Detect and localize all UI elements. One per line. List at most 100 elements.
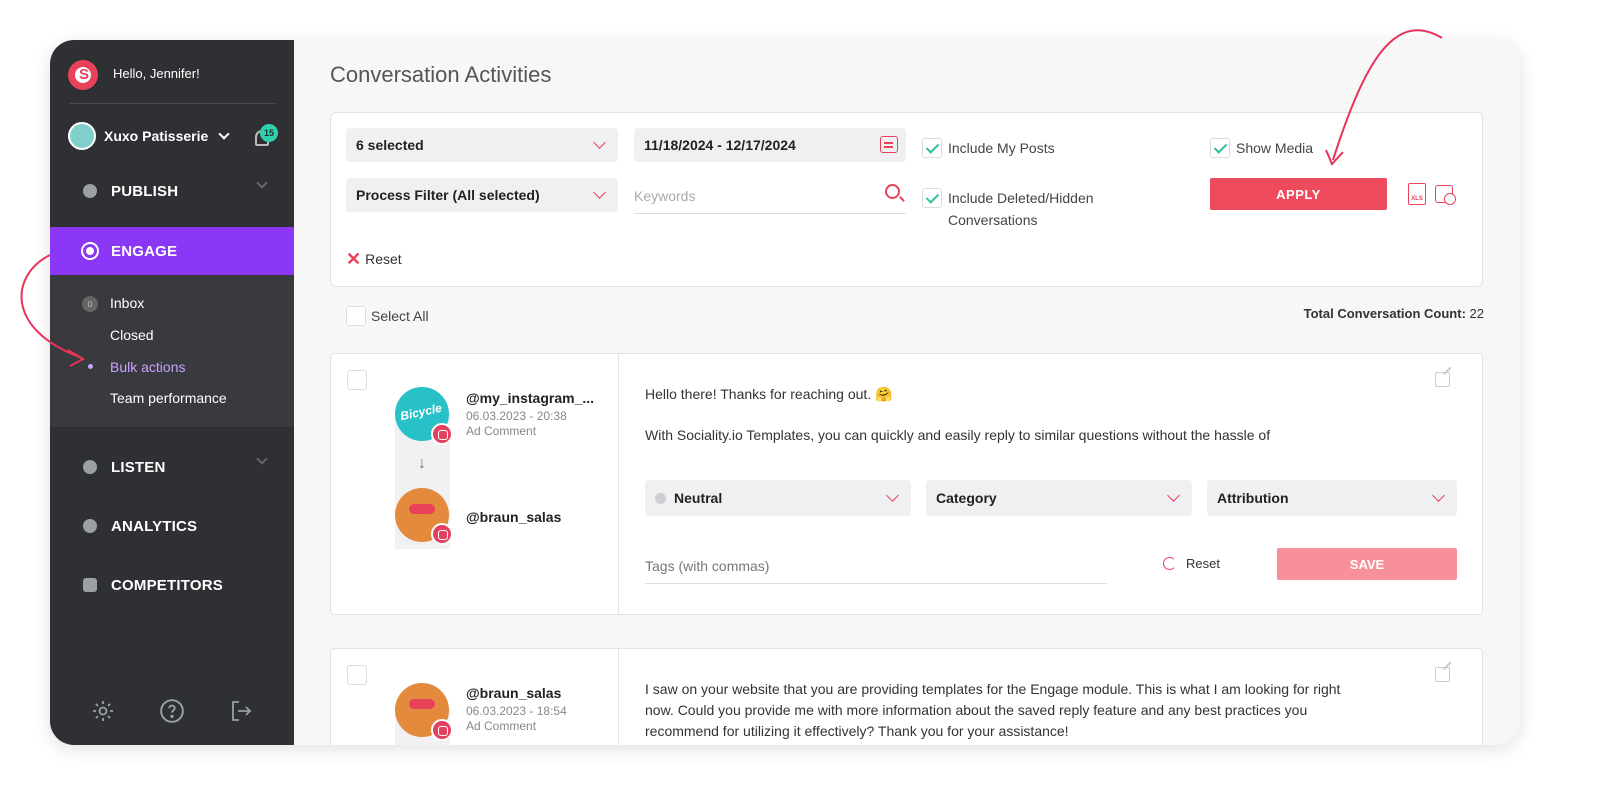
sentiment-select[interactable]: Neutral: [645, 480, 911, 516]
total-count-value: 22: [1469, 306, 1484, 321]
brand-switcher[interactable]: Xuxo Patisserie: [68, 122, 230, 150]
attribution-select[interactable]: Attribution: [1207, 480, 1457, 516]
post-date: 06.03.2023 - 20:38: [466, 409, 567, 423]
app-window: S Hello, Jennifer! Xuxo Patisserie 15 PU…: [50, 40, 1520, 745]
conversation-card: @braun_salas 06.03.2023 - 18:54 Ad Comme…: [330, 648, 1483, 745]
show-media-checkbox[interactable]: [1210, 138, 1230, 158]
nav-engage[interactable]: ENGAGE: [50, 227, 294, 275]
include-deleted-label-2: Conversations: [948, 212, 1038, 228]
total-count-label: Total Conversation Count:: [1303, 306, 1466, 321]
conversation-card: @my_instagram_... 06.03.2023 - 20:38 Ad …: [330, 353, 1483, 615]
open-external-icon[interactable]: [1435, 667, 1450, 682]
active-dot: [88, 364, 93, 369]
submenu-team-performance[interactable]: Team performance: [110, 390, 227, 406]
post-type: Ad Comment: [466, 424, 537, 438]
brand-avatar: [68, 122, 96, 150]
account-select[interactable]: 6 selected: [346, 128, 618, 162]
save-button[interactable]: SAVE: [1277, 548, 1457, 580]
nav-analytics[interactable]: ANALYTICS: [50, 504, 294, 548]
arrow-down-icon: ↓: [418, 455, 426, 472]
xls-export-icon[interactable]: XLS: [1408, 183, 1426, 205]
nav-label: LISTEN: [111, 458, 166, 476]
main-content: Conversation Activities 6 selected 11/18…: [294, 40, 1520, 745]
process-filter-select[interactable]: Process Filter (All selected): [346, 178, 618, 212]
card-reset-button[interactable]: Reset: [1163, 556, 1220, 571]
submenu-bulk-actions[interactable]: Bulk actions: [110, 359, 185, 375]
open-external-icon[interactable]: [1435, 372, 1450, 387]
include-my-posts-label: Include My Posts: [948, 140, 1055, 156]
submenu-closed[interactable]: Closed: [110, 327, 154, 343]
close-icon: ✕: [346, 249, 362, 269]
nav-competitors[interactable]: COMPETITORS: [50, 563, 294, 607]
sentiment-value: Neutral: [674, 490, 723, 506]
author-handle[interactable]: @braun_salas: [466, 685, 561, 701]
attribution-value: Attribution: [1217, 490, 1289, 506]
category-select[interactable]: Category: [926, 480, 1192, 516]
tags-placeholder: Tags (with commas): [645, 558, 770, 574]
gear-icon[interactable]: [90, 698, 116, 724]
nav-label: ANALYTICS: [111, 517, 198, 535]
analytics-icon: [83, 519, 97, 533]
tags-input[interactable]: Tags (with commas): [645, 550, 1107, 584]
chevron-down-icon: [593, 136, 606, 149]
nav-listen[interactable]: LISTEN: [50, 445, 294, 489]
total-conversation-count: Total Conversation Count: 22: [1304, 306, 1484, 321]
date-range-picker[interactable]: 11/18/2024 - 12/17/2024: [634, 128, 906, 162]
search-icon[interactable]: [885, 184, 900, 199]
post-type: Ad Comment: [466, 719, 537, 733]
process-filter-value: Process Filter (All selected): [356, 187, 540, 203]
chevron-down-icon: [886, 489, 899, 502]
brand-name: Xuxo Patisserie: [104, 128, 209, 144]
author-handle[interactable]: @my_instagram_...: [466, 390, 594, 406]
keywords-placeholder: Keywords: [634, 188, 696, 204]
instagram-icon: [431, 423, 453, 445]
keywords-input[interactable]: Keywords: [634, 180, 906, 214]
filter-panel: 6 selected 11/18/2024 - 12/17/2024 Proce…: [330, 112, 1483, 287]
message-line: now. Could you provide me with more info…: [645, 702, 1308, 718]
chevron-down-icon: [256, 453, 268, 465]
competitors-icon: [83, 578, 97, 592]
select-all-checkbox[interactable]: [346, 306, 366, 326]
greeting: Hello, Jennifer!: [113, 66, 200, 81]
post-date: 06.03.2023 - 18:54: [466, 704, 567, 718]
include-my-posts-checkbox[interactable]: [922, 138, 942, 158]
chevron-down-icon: [593, 186, 606, 199]
submenu-inbox[interactable]: Inbox: [110, 295, 144, 311]
conversation-checkbox[interactable]: [347, 370, 367, 390]
category-value: Category: [936, 490, 997, 506]
logout-icon[interactable]: [228, 698, 254, 724]
calendar-icon: [880, 136, 898, 153]
app-logo[interactable]: S: [68, 60, 98, 90]
include-deleted-label: Include Deleted/Hidden: [948, 190, 1094, 206]
sidebar: S Hello, Jennifer! Xuxo Patisserie 15 PU…: [50, 40, 294, 745]
refresh-icon: [1163, 557, 1176, 570]
xls-label: XLS: [1411, 196, 1423, 202]
chevron-down-icon: [256, 177, 268, 189]
conversation-thread: @braun_salas 06.03.2023 - 18:54 Ad Comme…: [331, 649, 619, 745]
message-line: recommend for utilizing it effectively? …: [645, 723, 1069, 739]
apply-button[interactable]: APPLY: [1210, 178, 1387, 210]
megaphone-icon: [83, 184, 97, 198]
reply-handle[interactable]: @braun_salas: [466, 509, 561, 525]
nav-publish[interactable]: PUBLISH: [50, 169, 294, 213]
help-icon[interactable]: [159, 698, 185, 724]
reset-filters-button[interactable]: ✕ Reset: [346, 249, 402, 269]
include-deleted-checkbox[interactable]: [922, 188, 942, 208]
engage-icon: [83, 244, 97, 258]
date-range-value: 11/18/2024 - 12/17/2024: [644, 137, 796, 153]
reset-label: Reset: [365, 251, 402, 267]
inbox-count-badge: 0: [82, 296, 98, 312]
chevron-down-icon: [218, 128, 230, 140]
instagram-icon: [431, 523, 453, 545]
message-line: With Sociality.io Templates, you can qui…: [645, 427, 1271, 443]
conversation-checkbox[interactable]: [347, 665, 367, 685]
nav-label: COMPETITORS: [111, 576, 223, 594]
conversation-thread: @my_instagram_... 06.03.2023 - 20:38 Ad …: [331, 354, 619, 614]
nav-label: ENGAGE: [111, 242, 178, 260]
notification-badge: 15: [260, 124, 278, 142]
chevron-down-icon: [1167, 489, 1180, 502]
card-reset-label: Reset: [1186, 556, 1220, 571]
listen-icon: [83, 460, 97, 474]
schedule-report-icon[interactable]: [1435, 185, 1456, 205]
show-media-label: Show Media: [1236, 140, 1314, 156]
